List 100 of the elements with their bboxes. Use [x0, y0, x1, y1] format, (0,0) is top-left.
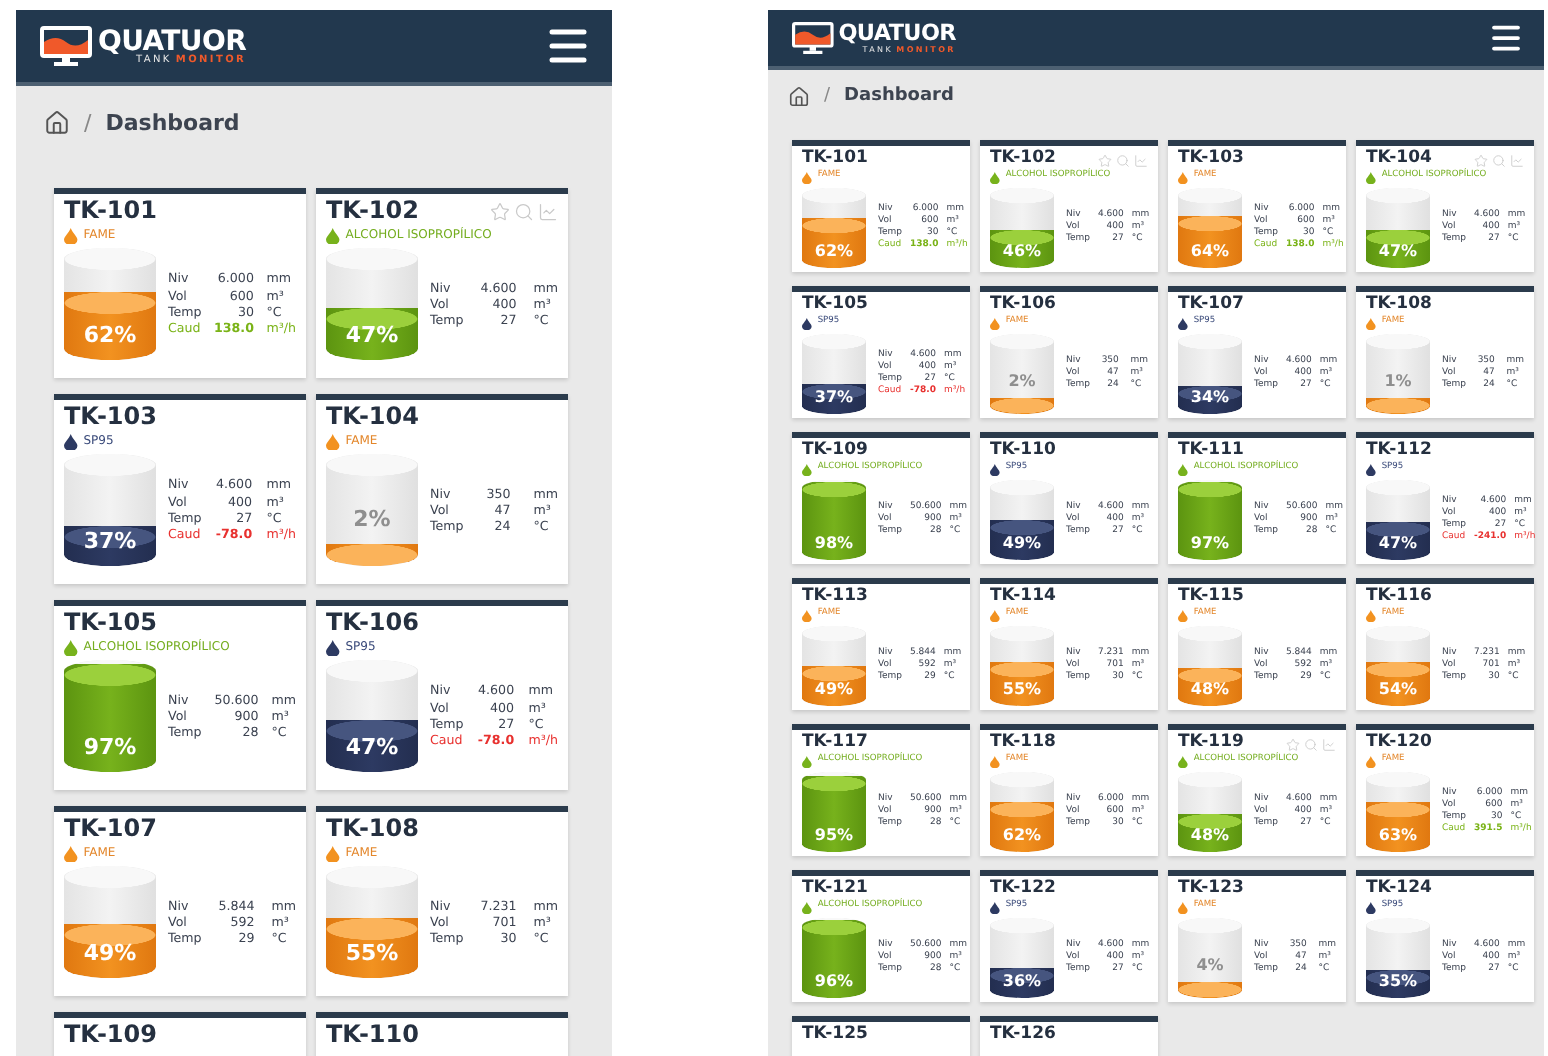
level-percent: 47% [343, 736, 401, 762]
drop-icon [326, 227, 340, 245]
tank-name: TK-121 [802, 880, 868, 898]
tank-name: TK-116 [1366, 588, 1432, 607]
tank-name: TK-118 [990, 734, 1056, 753]
level-percent: 1% [1382, 371, 1414, 390]
tank-card[interactable]: TK-110 [316, 1012, 568, 1056]
drop-icon [64, 227, 78, 245]
level-percent: 37% [81, 530, 139, 556]
tank-name: TK-102 [990, 150, 1056, 168]
home-icon[interactable] [788, 86, 810, 108]
tank-name: TK-106 [990, 296, 1056, 315]
line-chart-icon[interactable] [1510, 154, 1524, 168]
drop-icon [1178, 171, 1188, 184]
level-percent: 47% [343, 324, 401, 350]
brand-name: QUATUOR [838, 22, 956, 46]
search-icon[interactable] [1116, 154, 1130, 168]
tank-name: TK-103 [64, 404, 157, 432]
drop-icon [990, 463, 1000, 476]
breadcrumb-separator: / [824, 86, 831, 108]
drop-icon [1366, 755, 1376, 768]
drop-icon [1366, 609, 1376, 622]
drop-icon [1366, 901, 1376, 914]
drop-icon [990, 171, 1000, 184]
level-percent: 49% [1000, 533, 1044, 552]
tank-name: TK-125 [802, 1026, 868, 1046]
breadcrumb-separator: / [84, 110, 92, 137]
logo-icon [40, 26, 92, 66]
level-percent: 2% [1006, 371, 1038, 390]
tank-card[interactable]: TK-109 [54, 1012, 306, 1056]
level-percent: 62% [81, 324, 139, 350]
tank-name: TK-122 [990, 880, 1056, 899]
level-percent: 47% [1376, 533, 1420, 552]
drop-icon [990, 609, 1000, 622]
level-percent: 63% [1376, 825, 1420, 844]
level-percent: 49% [81, 942, 139, 968]
drop-icon [326, 433, 340, 451]
drop-icon [326, 639, 340, 657]
tank-name: TK-104 [1366, 150, 1432, 168]
drop-icon [990, 755, 1000, 768]
drop-icon [1366, 171, 1376, 184]
tank-name: TK-108 [326, 816, 419, 844]
tank-name: TK-110 [990, 442, 1056, 461]
tank-name: TK-111 [1178, 442, 1244, 460]
search-icon[interactable] [1492, 154, 1506, 168]
star-icon[interactable] [1286, 738, 1300, 752]
tank-name: TK-115 [1178, 588, 1244, 607]
tank-name: TK-126 [990, 1026, 1056, 1046]
tank-name: TK-105 [64, 610, 157, 638]
star-icon[interactable] [1098, 154, 1112, 168]
drop-icon [1178, 463, 1188, 476]
line-chart-icon[interactable] [1134, 154, 1148, 168]
level-percent: 96% [812, 971, 856, 990]
tank-name: TK-106 [326, 610, 419, 638]
drop-icon [802, 755, 812, 768]
tank-card[interactable]: TK-126 [980, 1016, 1158, 1056]
drop-icon [1178, 609, 1188, 622]
tank-name: TK-120 [1366, 734, 1432, 753]
tank-name: TK-104 [326, 404, 419, 432]
line-chart-icon[interactable] [1322, 738, 1336, 752]
search-icon[interactable] [1304, 738, 1318, 752]
tank-card[interactable]: TK-125 [792, 1016, 970, 1056]
tank-name: TK-117 [802, 734, 868, 752]
level-percent: 97% [1188, 533, 1232, 552]
star-icon[interactable] [490, 202, 510, 223]
level-percent: 4% [1194, 955, 1226, 974]
tank-name: TK-119 [1178, 734, 1244, 752]
level-percent: 62% [1000, 825, 1044, 844]
drop-icon [990, 317, 1000, 330]
level-percent: 55% [1000, 679, 1044, 698]
drop-icon [802, 901, 812, 914]
drop-icon [64, 639, 78, 657]
drop-icon [802, 171, 812, 184]
tank-name: TK-108 [1366, 296, 1432, 315]
tank-name: TK-112 [1366, 442, 1432, 461]
search-icon[interactable] [514, 202, 534, 223]
level-percent: 46% [1000, 241, 1044, 260]
tank-name: TK-109 [64, 1022, 157, 1050]
line-chart-icon[interactable] [538, 202, 558, 223]
level-percent: 49% [812, 679, 856, 698]
drop-icon [1178, 901, 1188, 914]
tank-name: TK-110 [326, 1022, 419, 1050]
drop-icon [990, 901, 1000, 914]
tank-name: TK-123 [1178, 880, 1244, 899]
drop-icon [1366, 463, 1376, 476]
star-icon[interactable] [1474, 154, 1488, 168]
home-icon[interactable] [44, 110, 70, 137]
level-percent: 48% [1188, 825, 1232, 844]
breadcrumb-current: Dashboard [105, 110, 240, 137]
menu-button[interactable] [1488, 20, 1524, 56]
tank-name: TK-103 [1178, 150, 1244, 169]
tank-name: TK-107 [1178, 296, 1244, 315]
level-percent: 62% [812, 241, 856, 260]
tank-name: TK-113 [802, 588, 868, 607]
tank-name: TK-124 [1366, 880, 1432, 899]
level-percent: 47% [1376, 241, 1420, 260]
tank-name: TK-101 [802, 150, 868, 169]
tank-name: TK-109 [802, 442, 868, 460]
level-percent: 36% [1000, 971, 1044, 990]
brand-name: QUATUOR [98, 27, 247, 55]
